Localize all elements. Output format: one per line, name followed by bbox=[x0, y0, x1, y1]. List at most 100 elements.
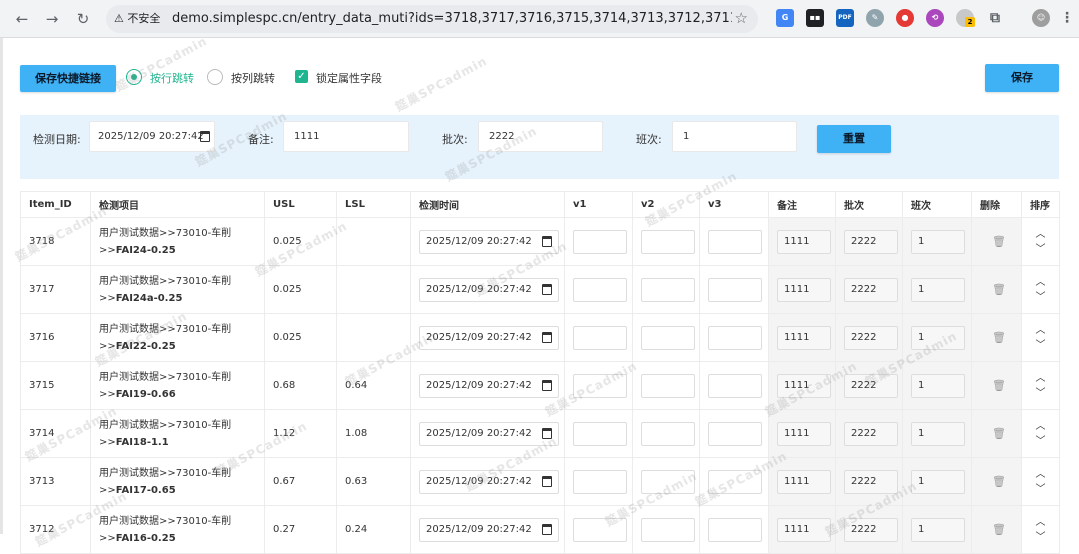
shift-input[interactable]: 1 bbox=[911, 277, 965, 302]
v1-input[interactable] bbox=[573, 421, 627, 446]
lock-checkbox[interactable]: ✓ bbox=[295, 70, 308, 83]
chevron-up-icon[interactable]: ︿ bbox=[1022, 419, 1059, 434]
chevron-down-icon[interactable]: ﹀ bbox=[1022, 530, 1059, 545]
batch-input[interactable]: 2222 bbox=[844, 325, 898, 350]
batch-field[interactable]: 2222 bbox=[478, 121, 603, 152]
url-text[interactable]: demo.simplespc.cn/entry_data_muti?ids=37… bbox=[172, 10, 732, 28]
calendar-icon[interactable] bbox=[542, 235, 552, 247]
calendar-icon[interactable] bbox=[542, 427, 552, 439]
trash-icon[interactable]: 🗑 bbox=[992, 331, 1006, 344]
chevron-up-icon[interactable]: ︿ bbox=[1022, 515, 1059, 530]
v2-input[interactable] bbox=[641, 517, 695, 542]
note-input[interactable]: 1111 bbox=[777, 277, 831, 302]
calendar-icon[interactable] bbox=[542, 283, 552, 295]
shift-input[interactable]: 1 bbox=[911, 469, 965, 494]
v2-input[interactable] bbox=[641, 325, 695, 350]
chevron-down-icon[interactable]: ﹀ bbox=[1022, 482, 1059, 497]
v1-input[interactable] bbox=[573, 229, 627, 254]
shift-input[interactable]: 1 bbox=[911, 373, 965, 398]
note-input[interactable]: 1111 bbox=[777, 229, 831, 254]
v3-input[interactable] bbox=[708, 469, 762, 494]
save-button[interactable]: 保存 bbox=[985, 64, 1059, 92]
note-input[interactable]: 1111 bbox=[777, 517, 831, 542]
v2-input[interactable] bbox=[641, 421, 695, 446]
chevron-down-icon[interactable]: ﹀ bbox=[1022, 290, 1059, 305]
badge-icon[interactable]: 2 bbox=[956, 9, 975, 27]
v3-input[interactable] bbox=[708, 325, 762, 350]
trash-icon[interactable]: 🗑 bbox=[992, 427, 1006, 440]
menu-icon[interactable]: ⋮ bbox=[1058, 9, 1076, 27]
calendar-icon[interactable] bbox=[542, 475, 552, 487]
shift-input[interactable]: 1 bbox=[911, 229, 965, 254]
time-input[interactable]: 2025/12/09 20:27:42 bbox=[419, 517, 559, 542]
v2-input[interactable] bbox=[641, 469, 695, 494]
chevron-up-icon[interactable]: ︿ bbox=[1022, 371, 1059, 386]
chevron-down-icon[interactable]: ﹀ bbox=[1022, 386, 1059, 401]
v1-input[interactable] bbox=[573, 469, 627, 494]
time-input[interactable]: 2025/12/09 20:27:42 bbox=[419, 229, 559, 254]
chevron-up-icon[interactable]: ︿ bbox=[1022, 323, 1059, 338]
shift-input[interactable]: 1 bbox=[911, 325, 965, 350]
v1-input[interactable] bbox=[573, 373, 627, 398]
feather-icon[interactable]: ✎ bbox=[866, 9, 884, 27]
batch-input[interactable]: 2222 bbox=[844, 469, 898, 494]
v2-input[interactable] bbox=[641, 229, 695, 254]
v1-input[interactable] bbox=[573, 277, 627, 302]
time-input[interactable]: 2025/12/09 20:27:42 bbox=[419, 277, 559, 302]
bookmark-star-icon[interactable]: ☆ bbox=[735, 9, 748, 27]
v3-input[interactable] bbox=[708, 373, 762, 398]
v3-input[interactable] bbox=[708, 277, 762, 302]
pdf-icon[interactable]: PDF bbox=[836, 9, 854, 27]
history-icon[interactable]: ⟲ bbox=[926, 9, 944, 27]
v1-input[interactable] bbox=[573, 325, 627, 350]
address-bar[interactable]: ⚠ 不安全 demo.simplespc.cn/entry_data_muti?… bbox=[106, 5, 758, 33]
trash-icon[interactable]: 🗑 bbox=[992, 283, 1006, 296]
trash-icon[interactable]: 🗑 bbox=[992, 379, 1006, 392]
note-input[interactable]: 1111 bbox=[777, 373, 831, 398]
chevron-down-icon[interactable]: ﹀ bbox=[1022, 242, 1059, 257]
v3-input[interactable] bbox=[708, 517, 762, 542]
note-field[interactable]: 1111 bbox=[283, 121, 409, 152]
calendar-icon[interactable] bbox=[200, 131, 210, 142]
chevron-up-icon[interactable]: ︿ bbox=[1022, 467, 1059, 482]
block-icon[interactable]: ● bbox=[896, 9, 914, 27]
note-input[interactable]: 1111 bbox=[777, 469, 831, 494]
date-field[interactable]: 2025/12/09 20:27:42 bbox=[89, 121, 215, 152]
col-jump-label[interactable]: 按列跳转 bbox=[231, 70, 275, 86]
v2-input[interactable] bbox=[641, 373, 695, 398]
batch-input[interactable]: 2222 bbox=[844, 421, 898, 446]
time-input[interactable]: 2025/12/09 20:27:42 bbox=[419, 325, 559, 350]
time-input[interactable]: 2025/12/09 20:27:42 bbox=[419, 421, 559, 446]
trash-icon[interactable]: 🗑 bbox=[992, 235, 1006, 248]
trash-icon[interactable]: 🗑 bbox=[992, 475, 1006, 488]
v3-input[interactable] bbox=[708, 229, 762, 254]
profile-icon[interactable]: ☺ bbox=[1032, 9, 1050, 27]
lock-label[interactable]: 锁定属性字段 bbox=[316, 70, 382, 86]
calendar-icon[interactable] bbox=[542, 523, 552, 535]
batch-input[interactable]: 2222 bbox=[844, 277, 898, 302]
tab-icon[interactable]: ▪▪ bbox=[806, 9, 824, 27]
row-jump-radio[interactable] bbox=[126, 69, 142, 85]
chevron-down-icon[interactable]: ﹀ bbox=[1022, 338, 1059, 353]
v3-input[interactable] bbox=[708, 421, 762, 446]
note-input[interactable]: 1111 bbox=[777, 325, 831, 350]
v2-input[interactable] bbox=[641, 277, 695, 302]
save-link-button[interactable]: 保存快捷链接 bbox=[20, 65, 116, 92]
forward-icon[interactable]: → bbox=[40, 7, 64, 31]
row-jump-label[interactable]: 按行跳转 bbox=[150, 70, 194, 86]
calendar-icon[interactable] bbox=[542, 379, 552, 391]
reload-icon[interactable]: ↻ bbox=[71, 7, 95, 31]
insecure-badge[interactable]: ⚠ 不安全 bbox=[114, 11, 160, 27]
puzzle-icon[interactable]: ⧉ bbox=[986, 9, 1004, 27]
chevron-down-icon[interactable]: ﹀ bbox=[1022, 434, 1059, 449]
shift-input[interactable]: 1 bbox=[911, 421, 965, 446]
calendar-icon[interactable] bbox=[542, 331, 552, 343]
time-input[interactable]: 2025/12/09 20:27:42 bbox=[419, 469, 559, 494]
trash-icon[interactable]: 🗑 bbox=[992, 523, 1006, 536]
chevron-up-icon[interactable]: ︿ bbox=[1022, 227, 1059, 242]
batch-input[interactable]: 2222 bbox=[844, 517, 898, 542]
batch-input[interactable]: 2222 bbox=[844, 373, 898, 398]
batch-input[interactable]: 2222 bbox=[844, 229, 898, 254]
v1-input[interactable] bbox=[573, 517, 627, 542]
chevron-up-icon[interactable]: ︿ bbox=[1022, 275, 1059, 290]
